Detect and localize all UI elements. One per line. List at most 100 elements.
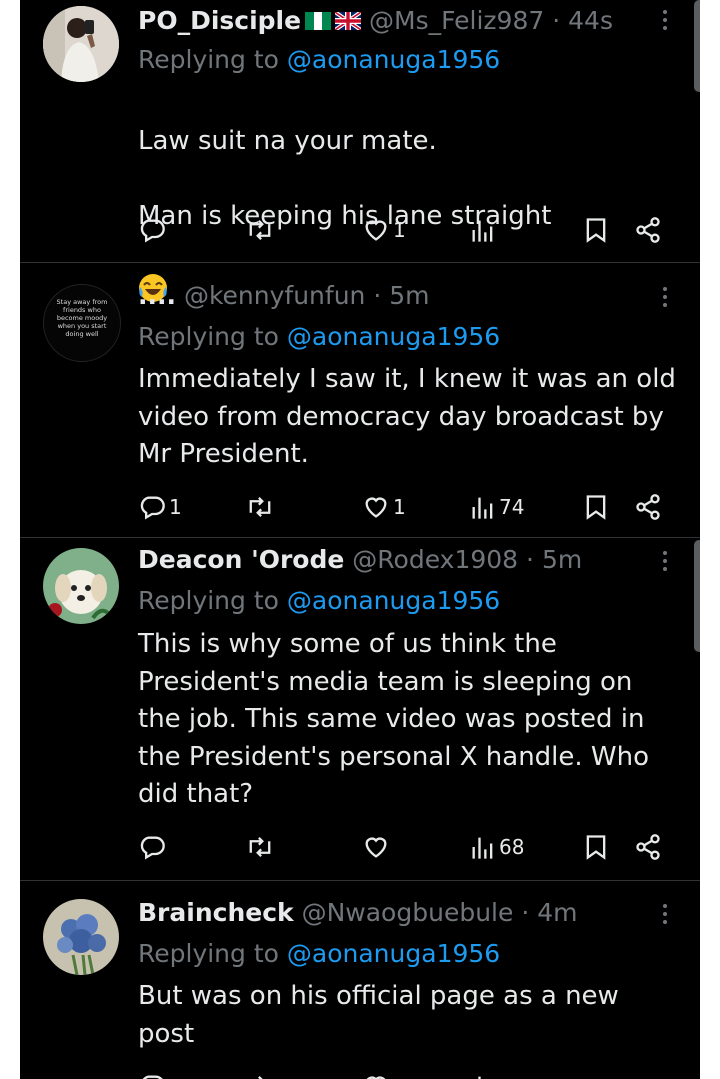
handle[interactable]: @Rodex1908 — [352, 545, 518, 574]
tweet-actions: 1 1 74 — [20, 490, 700, 524]
tweet-actions: 1 — [20, 213, 700, 247]
like-icon — [362, 216, 390, 244]
share-icon — [634, 493, 662, 521]
replying-to: Replying to @aonanuga1956 — [138, 584, 500, 618]
reply-button[interactable] — [138, 213, 169, 247]
share-button[interactable] — [634, 830, 662, 864]
timestamp[interactable]: 44s — [568, 6, 613, 35]
like-icon — [362, 493, 390, 521]
replying-to: Replying to @aonanuga1956 — [138, 320, 500, 354]
tweet[interactable]: Stay away from friends who become moody … — [20, 263, 700, 538]
share-button[interactable] — [634, 213, 662, 247]
replying-to: Replying to @aonanuga1956 — [138, 43, 500, 77]
tweet[interactable]: Braincheck @Nwaogbuebule · 4m Replying t… — [20, 881, 700, 1079]
repost-button[interactable] — [245, 1069, 275, 1079]
views-count: 68 — [499, 835, 525, 859]
reply-icon — [138, 216, 166, 244]
repost-icon — [245, 216, 275, 244]
tweet-actions: 68 — [20, 830, 700, 864]
separator: · — [552, 6, 561, 35]
reply-icon — [138, 1072, 166, 1079]
bookmark-button[interactable] — [583, 830, 609, 864]
avatar[interactable] — [43, 548, 119, 624]
display-name[interactable]: Braincheck — [138, 898, 294, 927]
repost-icon — [245, 1072, 275, 1079]
timestamp[interactable]: 4m — [537, 898, 577, 927]
reply-count: 1 — [169, 495, 182, 519]
like-button[interactable] — [362, 1069, 390, 1079]
more-icon[interactable] — [660, 900, 670, 930]
views-button[interactable] — [470, 213, 499, 247]
like-button[interactable]: 1 — [362, 490, 406, 524]
replying-to-label: Replying to — [138, 45, 279, 74]
display-name[interactable]: .... — [138, 281, 176, 310]
nigeria-flag-icon — [305, 5, 332, 38]
bookmark-icon — [583, 493, 609, 521]
views-icon — [470, 493, 496, 521]
avatar[interactable] — [43, 899, 119, 975]
separator: · — [521, 898, 530, 927]
views-icon — [470, 833, 496, 861]
share-icon — [634, 216, 662, 244]
reply-button[interactable] — [138, 830, 169, 864]
reply-button[interactable]: 1 — [138, 490, 182, 524]
like-count: 1 — [393, 495, 406, 519]
views-button[interactable] — [470, 1069, 496, 1079]
bookmark-icon — [583, 216, 609, 244]
scrollbar[interactable] — [694, 0, 700, 92]
avatar[interactable]: Stay away from friends who become moody … — [43, 284, 121, 362]
views-button[interactable]: 68 — [470, 830, 524, 864]
tweet[interactable]: Deacon 'Orode @Rodex1908 · 5m Replying t… — [20, 538, 700, 881]
display-name[interactable]: PO_Disciple — [138, 6, 301, 35]
separator: · — [526, 545, 534, 574]
avatar-photo-icon — [43, 6, 119, 82]
repost-icon — [245, 493, 275, 521]
bookmark-icon — [583, 833, 609, 861]
repost-button[interactable] — [245, 213, 278, 247]
share-button[interactable] — [634, 490, 662, 524]
replying-to-label: Replying to — [138, 586, 279, 615]
views-icon — [470, 216, 496, 244]
mention-link[interactable]: @aonanuga1956 — [287, 939, 500, 968]
timeline-feed[interactable]: PO_Disciple @Ms_Feliz987 · 44s Replying … — [20, 0, 700, 1079]
scrollbar[interactable] — [694, 540, 700, 652]
mention-link[interactable]: @aonanuga1956 — [287, 586, 500, 615]
tweet[interactable]: PO_Disciple @Ms_Feliz987 · 44s Replying … — [20, 0, 700, 302]
tweet-header: Deacon 'Orode @Rodex1908 · 5m — [138, 543, 666, 577]
views-count: 74 — [499, 495, 525, 519]
repost-button[interactable] — [245, 830, 278, 864]
bookmark-button[interactable] — [583, 490, 609, 524]
handle[interactable]: @kennyfunfun — [184, 281, 365, 310]
like-count: 1 — [393, 218, 406, 242]
tweet-text: But was on his official page as a new po… — [138, 981, 619, 1049]
more-icon[interactable] — [660, 547, 670, 577]
views-button[interactable]: 74 — [470, 490, 524, 524]
reply-button[interactable] — [138, 1069, 166, 1079]
reply-icon — [138, 493, 166, 521]
like-icon — [362, 833, 390, 861]
more-icon[interactable] — [660, 6, 670, 36]
display-name[interactable]: Deacon 'Orode — [138, 545, 344, 574]
repost-button[interactable] — [245, 490, 278, 524]
uk-flag-icon — [333, 5, 363, 38]
handle[interactable]: @Ms_Feliz987 — [369, 6, 544, 35]
timestamp[interactable]: 5m — [542, 545, 582, 574]
replying-to: Replying to @aonanuga1956 — [138, 937, 500, 971]
like-button[interactable]: 1 — [362, 213, 406, 247]
mention-link[interactable]: @aonanuga1956 — [287, 322, 500, 351]
tweet-header: PO_Disciple @Ms_Feliz987 · 44s — [138, 4, 666, 38]
replying-to-label: Replying to — [138, 322, 279, 351]
mention-link[interactable]: @aonanuga1956 — [287, 45, 500, 74]
bookmark-button[interactable] — [583, 213, 609, 247]
like-icon — [362, 1072, 390, 1079]
tweet-actions — [20, 1069, 700, 1079]
avatar[interactable] — [43, 6, 119, 82]
like-button[interactable] — [362, 830, 393, 864]
timestamp[interactable]: 5m — [389, 281, 429, 310]
repost-icon — [245, 833, 275, 861]
more-icon[interactable] — [660, 283, 670, 313]
flowers-avatar-icon — [43, 899, 119, 975]
replying-to-label: Replying to — [138, 939, 279, 968]
share-icon — [634, 833, 662, 861]
handle[interactable]: @Nwaogbuebule — [302, 898, 514, 927]
